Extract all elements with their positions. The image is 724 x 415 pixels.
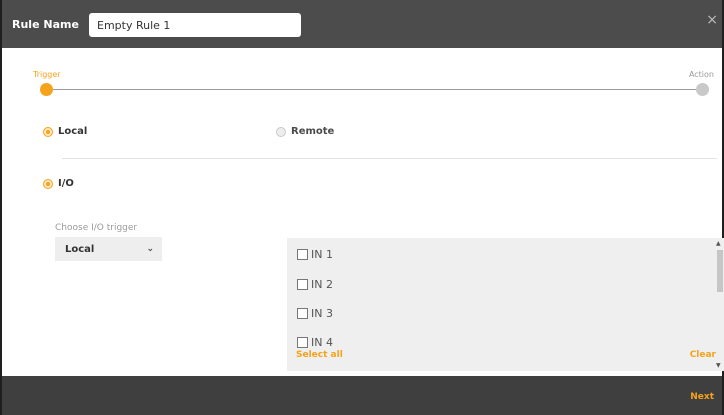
scroll-down-icon[interactable]: ▼ xyxy=(716,362,721,369)
scroll-up-icon[interactable]: ▲ xyxy=(716,240,721,247)
step-action-label: Action xyxy=(688,70,714,79)
io-item-label: IN 1 xyxy=(311,248,333,261)
radio-remote[interactable]: Remote xyxy=(276,126,334,137)
io-trigger-select[interactable]: Local ⌄ xyxy=(55,237,162,261)
step-track xyxy=(46,89,706,90)
io-trigger-select-value: Local xyxy=(65,243,95,255)
checkbox[interactable] xyxy=(297,249,308,260)
close-icon[interactable]: × xyxy=(706,12,718,28)
radio-local-label: Local xyxy=(58,126,88,137)
list-item[interactable]: IN 3 xyxy=(297,307,333,320)
radio-local-indicator xyxy=(43,126,53,137)
io-item-label: IN 3 xyxy=(311,307,333,320)
select-all-button[interactable]: Select all xyxy=(296,350,343,360)
io-item-label: IN 4 xyxy=(311,336,333,349)
io-input-list: IN 1 IN 2 IN 3 IN 4 ▲ ▼ xyxy=(287,238,724,371)
radio-remote-label: Remote xyxy=(291,126,335,137)
checkbox[interactable] xyxy=(297,308,308,319)
rule-footer: Next xyxy=(0,376,724,415)
radio-remote-indicator xyxy=(276,126,286,137)
io-item-label: IN 2 xyxy=(311,278,333,291)
clear-button[interactable]: Clear xyxy=(690,350,716,360)
radio-io-indicator xyxy=(43,178,53,189)
rule-header: Rule Name × xyxy=(0,0,724,48)
checkbox[interactable] xyxy=(297,279,308,290)
list-item[interactable]: IN 4 xyxy=(297,336,333,349)
section-divider xyxy=(62,158,717,159)
radio-io-label: I/O xyxy=(58,178,74,189)
io-list-scrollbar[interactable]: ▲ ▼ xyxy=(715,238,724,371)
scrollbar-thumb[interactable] xyxy=(717,250,723,292)
rule-editor-content: Trigger Action Local Remote I/O Choose I… xyxy=(0,48,724,376)
rule-name-label: Rule Name xyxy=(12,18,79,31)
choose-io-trigger-label: Choose I/O trigger xyxy=(55,223,138,233)
list-item[interactable]: IN 1 xyxy=(297,248,333,261)
radio-io[interactable]: I/O xyxy=(43,178,74,189)
step-trigger-label: Trigger xyxy=(33,70,61,79)
step-action-dot[interactable] xyxy=(696,83,709,96)
radio-local[interactable]: Local xyxy=(43,126,87,137)
step-trigger-dot[interactable] xyxy=(40,83,53,96)
next-button[interactable]: Next xyxy=(690,392,714,402)
chevron-down-icon: ⌄ xyxy=(146,244,154,254)
list-item[interactable]: IN 2 xyxy=(297,278,333,291)
checkbox[interactable] xyxy=(297,337,308,348)
rule-name-input[interactable] xyxy=(89,13,301,37)
